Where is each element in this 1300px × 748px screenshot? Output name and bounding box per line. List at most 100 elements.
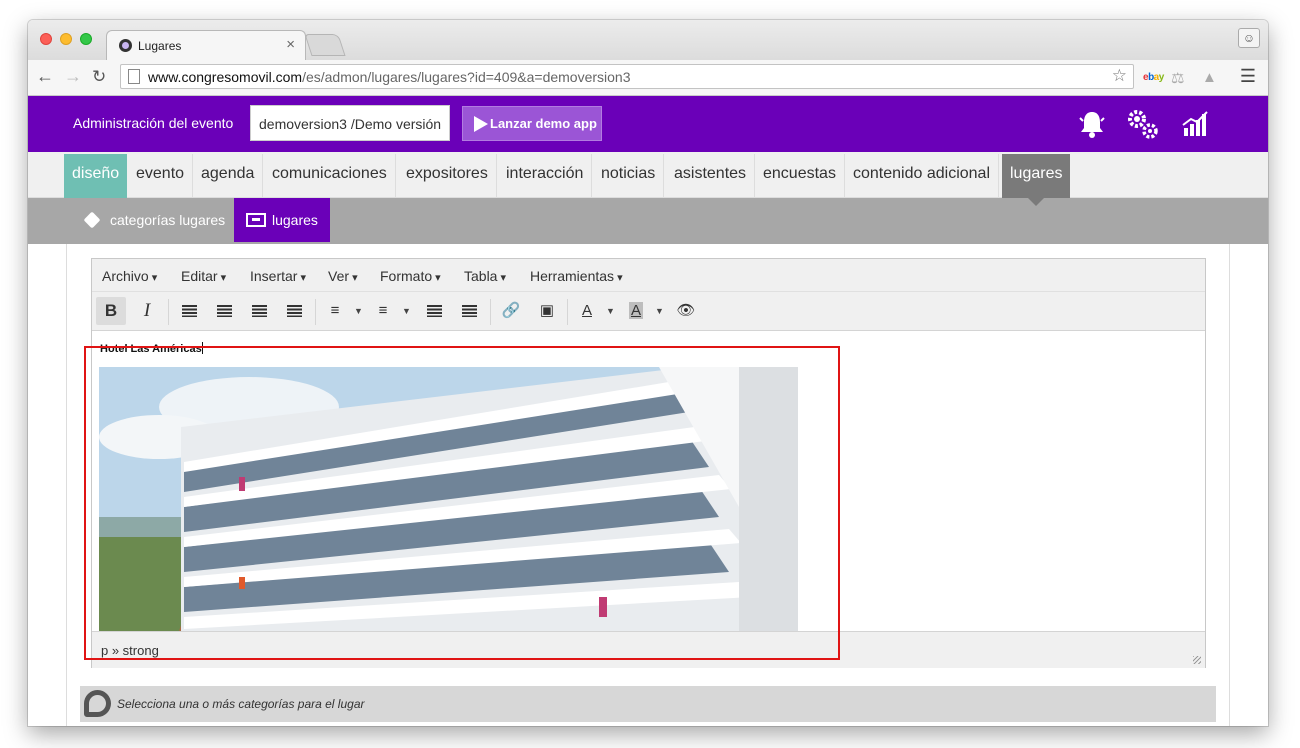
- maximize-window-button[interactable]: [80, 33, 92, 45]
- toolbar-separator: [168, 299, 169, 325]
- numbered-list-dropdown-icon[interactable]: ▼: [402, 306, 411, 316]
- nav-item-interaccion[interactable]: interacción: [498, 154, 593, 198]
- toolbar-separator: [567, 299, 568, 325]
- nav-item-contenido-adicional[interactable]: contenido adicional: [845, 154, 999, 198]
- align-center-icon[interactable]: [209, 297, 239, 325]
- admin-header: Administración del evento demoversion3 /…: [28, 96, 1268, 152]
- main-navigation: diseño evento agenda comunicaciones expo…: [28, 152, 1268, 198]
- bell-icon[interactable]: [1076, 108, 1108, 140]
- speech-bubble-icon: [84, 690, 111, 717]
- editor-toolbar: B I ≡ ▼ ≡ ▼ 🔗 ▣ A ▼ A ▼ 👁: [92, 292, 1205, 331]
- sub-navigation: categorías lugares lugares: [28, 198, 1268, 244]
- gears-icon[interactable]: [1126, 108, 1160, 142]
- active-nav-caret: [1028, 198, 1044, 206]
- link-icon[interactable]: 🔗: [496, 297, 526, 325]
- align-justify-icon[interactable]: [279, 297, 309, 325]
- page-icon: [128, 69, 140, 84]
- nav-item-encuestas[interactable]: encuestas: [755, 154, 845, 198]
- background-color-icon[interactable]: A: [621, 297, 651, 325]
- editor-document[interactable]: Hotel Las Américas: [92, 331, 1205, 631]
- menu-tabla[interactable]: Tabla: [464, 268, 506, 284]
- bullet-list-dropdown-icon[interactable]: ▼: [354, 306, 363, 316]
- bookmark-star-icon[interactable]: ☆: [1112, 66, 1127, 86]
- title-bar: Lugares × ☺: [28, 20, 1268, 60]
- subnav-categorias-label: categorías lugares: [110, 212, 226, 228]
- editor-statusbar: p » strong: [92, 631, 1205, 668]
- url-path: /es/admon/lugares/lugares?id=409&a=demov…: [302, 69, 631, 85]
- document-title-text[interactable]: Hotel Las Américas: [100, 342, 203, 355]
- back-arrow-icon[interactable]: ←: [36, 66, 54, 87]
- url-host: www.congresomovil.com: [148, 69, 303, 85]
- admin-title: Administración del evento: [73, 115, 234, 131]
- preview-eye-icon[interactable]: 👁: [671, 297, 701, 325]
- browser-menu-icon[interactable]: ☰: [1240, 66, 1256, 87]
- editor-menubar: Archivo Editar Insertar Ver Formato Tabl…: [92, 259, 1205, 292]
- ebay-extension-icon[interactable]: ebay: [1143, 72, 1164, 83]
- page-content: Administración del evento demoversion3 /…: [28, 96, 1268, 726]
- event-selector[interactable]: demoversion3 /Demo versión: [250, 105, 450, 141]
- stats-icon[interactable]: [1180, 108, 1212, 140]
- close-tab-icon[interactable]: ×: [286, 36, 295, 53]
- nav-item-asistentes[interactable]: asistentes: [666, 154, 756, 198]
- menu-formato[interactable]: Formato: [380, 268, 441, 284]
- close-window-button[interactable]: [40, 33, 52, 45]
- scale-extension-icon[interactable]: ⚖: [1171, 69, 1184, 87]
- document-title-label: Hotel Las Américas: [100, 343, 202, 355]
- url-text[interactable]: www.congresomovil.com/es/admon/lugares/l…: [148, 69, 631, 85]
- resize-grip-icon[interactable]: [1193, 656, 1201, 664]
- nav-item-evento[interactable]: evento: [128, 154, 194, 198]
- browser-toolbar: ← → ↻ www.congresomovil.com/es/admon/lug…: [28, 60, 1268, 96]
- play-icon: [474, 116, 488, 132]
- text-cursor: [201, 342, 203, 354]
- image-icon[interactable]: ▣: [532, 297, 562, 325]
- italic-button[interactable]: I: [132, 297, 162, 325]
- new-tab-button[interactable]: [304, 34, 346, 56]
- text-color-icon[interactable]: A: [572, 297, 602, 325]
- bold-button[interactable]: B: [96, 297, 126, 325]
- subnav-lugares[interactable]: lugares: [234, 198, 330, 242]
- minimize-window-button[interactable]: [60, 33, 72, 45]
- nav-item-agenda[interactable]: agenda: [193, 154, 264, 198]
- subnav-categorias-lugares[interactable]: categorías lugares: [76, 198, 235, 242]
- nav-item-comunicaciones[interactable]: comunicaciones: [264, 154, 396, 198]
- content-area: Archivo Editar Insertar Ver Formato Tabl…: [66, 244, 1230, 726]
- drive-extension-icon[interactable]: ▲: [1202, 69, 1217, 86]
- tag-icon: [83, 211, 101, 229]
- nav-item-lugares[interactable]: lugares: [1002, 154, 1071, 198]
- category-hint-bar: Selecciona una o más categorías para el …: [80, 686, 1216, 722]
- nav-item-diseno[interactable]: diseño: [64, 154, 128, 198]
- menu-ver[interactable]: Ver: [328, 268, 358, 284]
- address-bar[interactable]: www.congresomovil.com/es/admon/lugares/l…: [120, 64, 1134, 89]
- tab-title: Lugares: [138, 39, 182, 53]
- launch-demo-button[interactable]: Lanzar demo app: [462, 106, 602, 141]
- background-color-dropdown-icon[interactable]: ▼: [655, 306, 664, 316]
- menu-editar[interactable]: Editar: [181, 268, 226, 284]
- background-color-label: A: [628, 302, 643, 319]
- text-color-dropdown-icon[interactable]: ▼: [606, 306, 615, 316]
- toolbar-separator: [315, 299, 316, 325]
- outdent-icon[interactable]: [419, 297, 449, 325]
- element-path[interactable]: p » strong: [101, 643, 159, 658]
- nav-item-noticias[interactable]: noticias: [593, 154, 665, 198]
- browser-tab[interactable]: Lugares ×: [106, 30, 306, 60]
- numbered-list-icon[interactable]: ≡: [368, 297, 398, 325]
- subnav-lugares-label: lugares: [272, 212, 318, 228]
- launch-demo-label: Lanzar demo app: [490, 116, 597, 131]
- reload-icon[interactable]: ↻: [92, 67, 106, 87]
- menu-insertar[interactable]: Insertar: [250, 268, 306, 284]
- align-right-icon[interactable]: [244, 297, 274, 325]
- menu-herramientas[interactable]: Herramientas: [530, 268, 623, 284]
- user-profile-icon[interactable]: ☺: [1238, 28, 1260, 48]
- indent-icon[interactable]: [454, 297, 484, 325]
- bullet-list-icon[interactable]: ≡: [320, 297, 350, 325]
- forward-arrow-icon[interactable]: →: [64, 66, 82, 87]
- event-selector-value: demoversion3 /Demo versión: [259, 116, 442, 132]
- menu-archivo[interactable]: Archivo: [102, 268, 157, 284]
- toolbar-separator: [490, 299, 491, 325]
- align-left-icon[interactable]: [174, 297, 204, 325]
- presentation-board-icon: [246, 213, 266, 227]
- hotel-image[interactable]: [99, 367, 798, 631]
- category-hint-text: Selecciona una o más categorías para el …: [117, 697, 365, 711]
- nav-item-expositores[interactable]: expositores: [398, 154, 497, 198]
- rich-text-editor: Archivo Editar Insertar Ver Formato Tabl…: [91, 258, 1206, 668]
